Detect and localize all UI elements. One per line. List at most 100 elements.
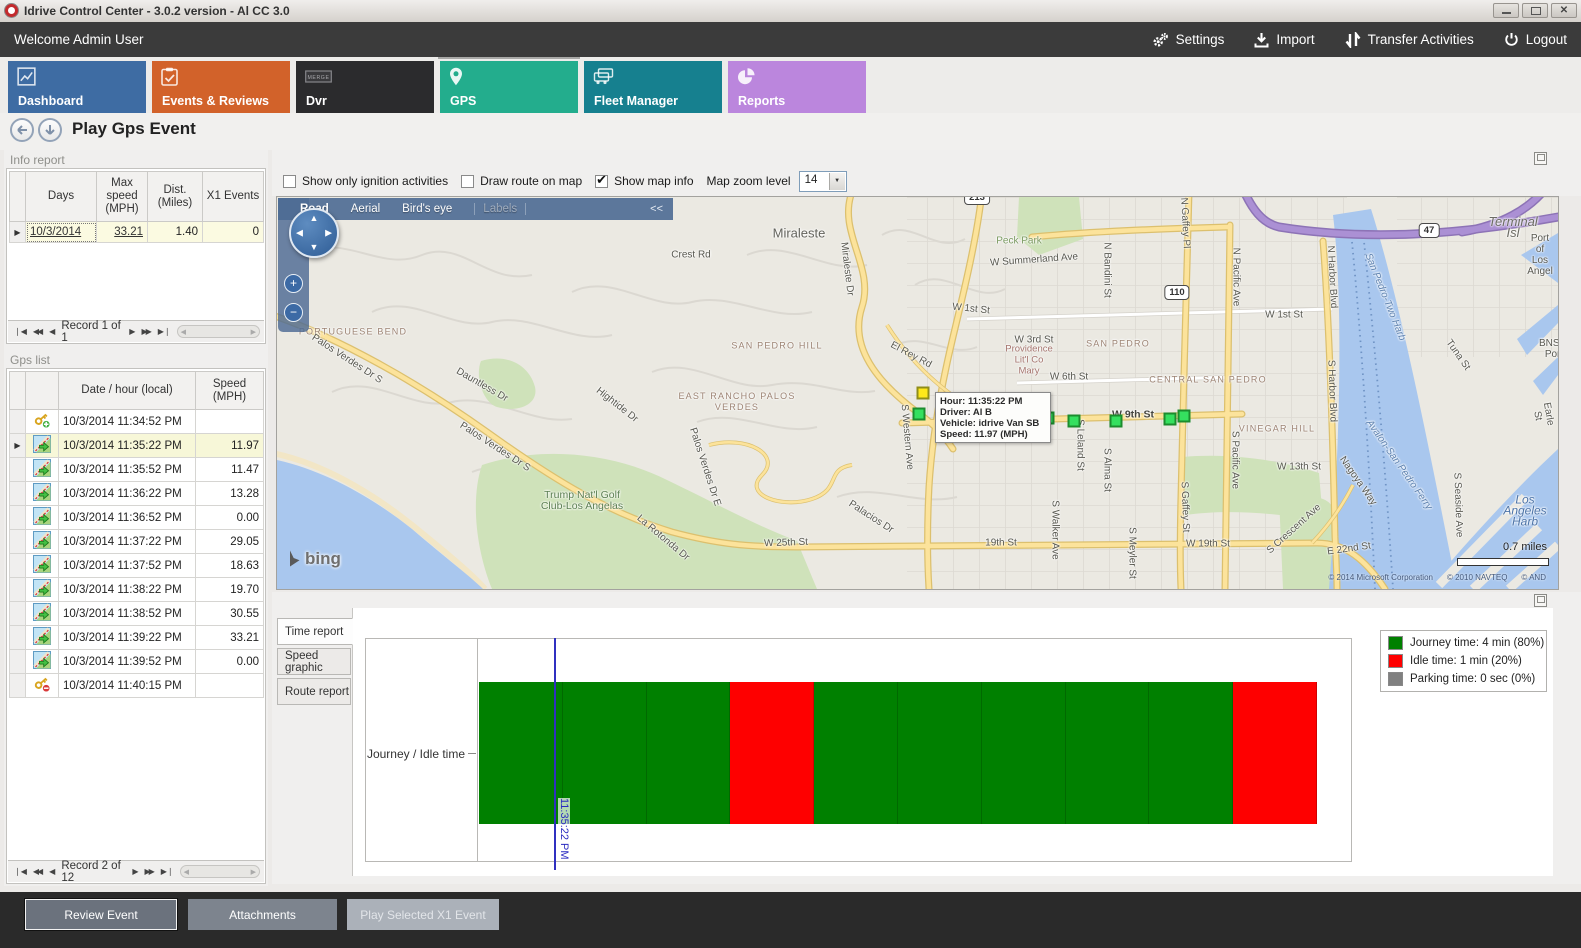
map-zoom-level-label: Map zoom level — [707, 174, 791, 188]
gps-point-icon — [26, 458, 59, 482]
tab-time-report[interactable]: Time report — [277, 618, 353, 645]
checkbox-label: Show map info — [614, 174, 693, 188]
prev-record-icon[interactable]: ◀ — [49, 327, 55, 337]
gps-point-icon — [26, 602, 59, 626]
last-record-icon[interactable]: ▶❘ — [158, 327, 171, 337]
tab-fleet-manager[interactable]: Fleet Manager — [584, 61, 722, 113]
maximize-button[interactable] — [1522, 3, 1548, 18]
route-start-marker[interactable] — [917, 387, 930, 400]
gps-list-row[interactable]: 10/3/2014 11:36:52 PM0.00 — [10, 506, 264, 530]
prev-page-icon[interactable]: ◀◀ — [33, 327, 41, 337]
next-record-icon[interactable]: ▶ — [129, 327, 135, 337]
transfer-activities-button[interactable]: Transfer Activities — [1345, 32, 1474, 48]
gps-list-row[interactable]: 10/3/2014 11:36:22 PM13.28 — [10, 482, 264, 506]
prev-record-icon[interactable]: ◀ — [49, 867, 55, 877]
legend-swatch — [1388, 672, 1403, 686]
map-toolbar-collapse-button[interactable]: << — [650, 203, 663, 215]
gps-list-row[interactable]: 10/3/2014 11:34:52 PM — [10, 410, 264, 434]
gps-list-row[interactable]: 10/3/2014 11:38:52 PM30.55 — [10, 602, 264, 626]
map-style-toolbar: RoadAerialBird's eyeLabels<< — [278, 198, 673, 220]
tab-gps[interactable]: GPS — [440, 61, 578, 113]
row-marker: ▶ — [10, 434, 26, 458]
minimize-button[interactable] — [1493, 3, 1519, 18]
route-point-marker[interactable] — [1068, 415, 1081, 428]
datetime-cell: 10/3/2014 11:36:52 PM — [59, 506, 196, 530]
tab-dashboard[interactable]: Dashboard — [8, 61, 146, 113]
zoom-out-button[interactable]: − — [284, 303, 303, 322]
gps-list-row[interactable]: 10/3/2014 11:38:22 PM19.70 — [10, 578, 264, 602]
play-down-button[interactable] — [38, 118, 62, 142]
map-copyright: © 2014 Microsoft Corporation© 2010 NAVTE… — [1328, 573, 1546, 582]
map-style-labels[interactable]: Labels — [474, 203, 526, 215]
gps-list-row[interactable]: 10/3/2014 11:37:52 PM18.63 — [10, 554, 264, 578]
col-x1-events[interactable]: X1 Events — [203, 172, 264, 222]
pan-right-icon[interactable]: ▶ — [325, 229, 332, 238]
col-days[interactable]: Days — [26, 172, 97, 222]
close-button[interactable]: ✕ — [1551, 3, 1577, 18]
settings-button[interactable]: Settings — [1151, 32, 1225, 48]
logout-button[interactable]: Logout — [1504, 32, 1567, 47]
tab-reports[interactable]: Reports — [728, 61, 866, 113]
days-cell[interactable]: 10/3/2014 — [26, 222, 97, 243]
first-record-icon[interactable]: ❘◀ — [14, 867, 27, 877]
datetime-cell: 10/3/2014 11:34:52 PM — [59, 410, 196, 434]
checkbox-show-map-info[interactable]: ✔ Show map info — [595, 174, 693, 188]
gps-list-row[interactable]: 10/3/2014 11:37:22 PM29.05 — [10, 530, 264, 554]
route-point-marker[interactable] — [913, 408, 926, 421]
map-label: Central San Pedro — [1149, 375, 1267, 386]
col-datetime[interactable]: Date / hour (local) — [59, 372, 196, 410]
gps-list-row[interactable]: 10/3/2014 11:39:52 PM0.00 — [10, 650, 264, 674]
gps-list-row[interactable]: 10/3/2014 11:40:15 PM — [10, 674, 264, 698]
next-page-icon[interactable]: ▶▶ — [144, 867, 152, 877]
tab-events-reviews[interactable]: Events & Reviews — [152, 61, 290, 113]
first-record-icon[interactable]: ❘◀ — [14, 327, 27, 337]
map-zoom-level-select[interactable]: 14 ▼ — [799, 171, 847, 192]
tab-speed-graphic[interactable]: Speed graphic — [277, 648, 351, 675]
map-label: Miraleste — [773, 228, 826, 239]
pager-scrollbar[interactable]: ◀▶ — [180, 865, 260, 878]
next-page-icon[interactable]: ▶▶ — [141, 327, 149, 337]
route-point-marker[interactable] — [1178, 410, 1191, 423]
map-label: S Alma St — [1102, 448, 1113, 492]
max-speed-cell[interactable]: 33.21 — [97, 222, 148, 243]
map-style-bird-s-eye[interactable]: Bird's eye — [402, 203, 452, 215]
map-options-row: Show only ignition activities Draw route … — [283, 170, 847, 192]
route-point-marker[interactable] — [1110, 415, 1123, 428]
checkbox-draw-route-on-map[interactable]: Draw route on map — [461, 174, 582, 188]
highway-shield-213: 213 — [964, 196, 990, 205]
report-panel-restore-button[interactable] — [1534, 594, 1547, 607]
last-record-icon[interactable]: ▶❘ — [161, 867, 174, 877]
col-dist[interactable]: Dist. (Miles) — [148, 172, 203, 222]
checkbox-icon[interactable] — [461, 175, 474, 188]
checkbox-show-only-ignition-activities[interactable]: Show only ignition activities — [283, 174, 448, 188]
checkbox-icon[interactable]: ✔ — [595, 175, 608, 188]
review-event-button[interactable]: Review Event — [25, 899, 177, 930]
next-record-icon[interactable]: ▶ — [132, 867, 138, 877]
map-style-aerial[interactable]: Aerial — [351, 203, 380, 215]
gps-list-row[interactable]: 10/3/2014 11:35:52 PM11.47 — [10, 458, 264, 482]
prev-page-icon[interactable]: ◀◀ — [33, 867, 41, 877]
info-report-row[interactable]: ▶ 10/3/2014 33.21 1.40 0 — [10, 222, 264, 243]
checkbox-icon[interactable] — [283, 175, 296, 188]
gps-list-row[interactable]: ▶10/3/2014 11:35:22 PM11.97 — [10, 434, 264, 458]
tab-dvr[interactable]: MERGEDvr — [296, 61, 434, 113]
checkbox-label: Show only ignition activities — [302, 174, 448, 188]
back-button[interactable] — [10, 118, 34, 142]
zoom-in-button[interactable]: + — [284, 274, 303, 293]
col-max-speed[interactable]: Max speed (MPH) — [97, 172, 148, 222]
pan-down-icon[interactable]: ▼ — [310, 243, 319, 252]
pan-left-icon[interactable]: ◀ — [296, 229, 303, 238]
record-count: Record 2 of 12 — [61, 860, 126, 884]
attachments-button[interactable]: Attachments — [188, 899, 337, 930]
col-speed[interactable]: Speed (MPH) — [196, 372, 264, 410]
route-point-marker[interactable] — [1164, 413, 1177, 426]
tab-route-report[interactable]: Route report — [277, 678, 351, 705]
gps-list-row[interactable]: 10/3/2014 11:39:22 PM33.21 — [10, 626, 264, 650]
map-panel-restore-button[interactable] — [1534, 152, 1547, 165]
import-button[interactable]: Import — [1254, 32, 1314, 48]
bing-map[interactable]: MiralesteCrest RdMiraleste DrSan Pedro H… — [276, 196, 1559, 590]
pager-scrollbar[interactable]: ◀▶ — [177, 325, 260, 338]
map-pan-control[interactable]: ▲ ▼ ◀ ▶ — [289, 208, 339, 258]
pan-up-icon[interactable]: ▲ — [310, 214, 319, 223]
tab-label: Dashboard — [18, 94, 83, 108]
